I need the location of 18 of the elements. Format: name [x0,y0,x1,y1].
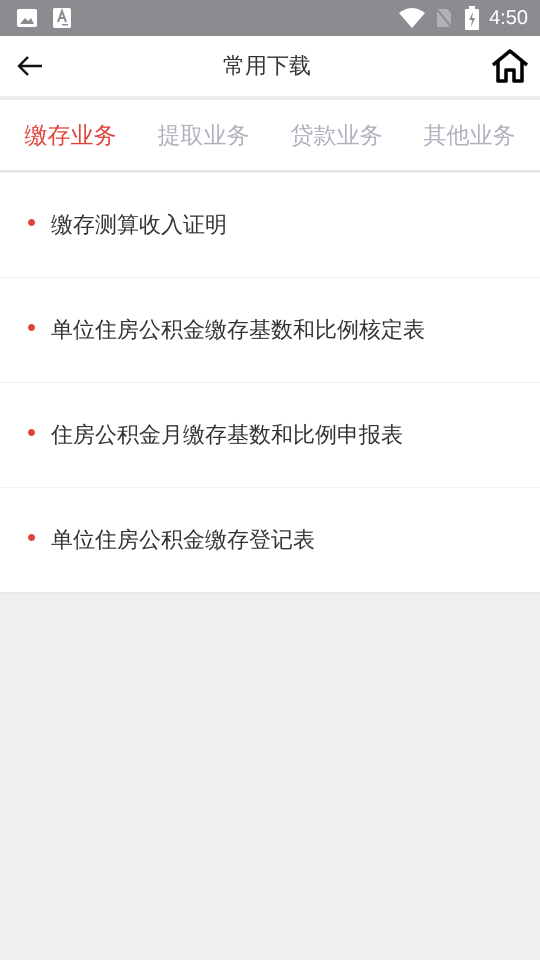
image-icon [16,8,38,28]
wifi-icon [399,8,426,28]
no-sim-icon [435,7,454,29]
bullet-icon [28,534,35,540]
download-item[interactable]: 缴存测算收入证明 [51,210,227,240]
page-title: 常用下载 [223,53,311,81]
font-icon [53,8,71,28]
download-item[interactable]: 单位住房公积金缴存基数和比例核定表 [51,315,425,345]
bullet-icon [28,324,35,330]
bullet-icon [28,218,35,226]
bullet-icon [28,428,35,436]
download-item[interactable]: 住房公积金月缴存基数和比例申报表 [51,420,403,450]
category-tab[interactable]: 缴存业务 [20,112,120,158]
download-item[interactable]: 单位住房公积金缴存登记表 [51,525,315,555]
back-arrow-icon[interactable] [16,54,44,78]
home-icon[interactable] [490,48,530,84]
status-time: 4:50 [489,6,528,30]
battery-icon [465,6,480,30]
